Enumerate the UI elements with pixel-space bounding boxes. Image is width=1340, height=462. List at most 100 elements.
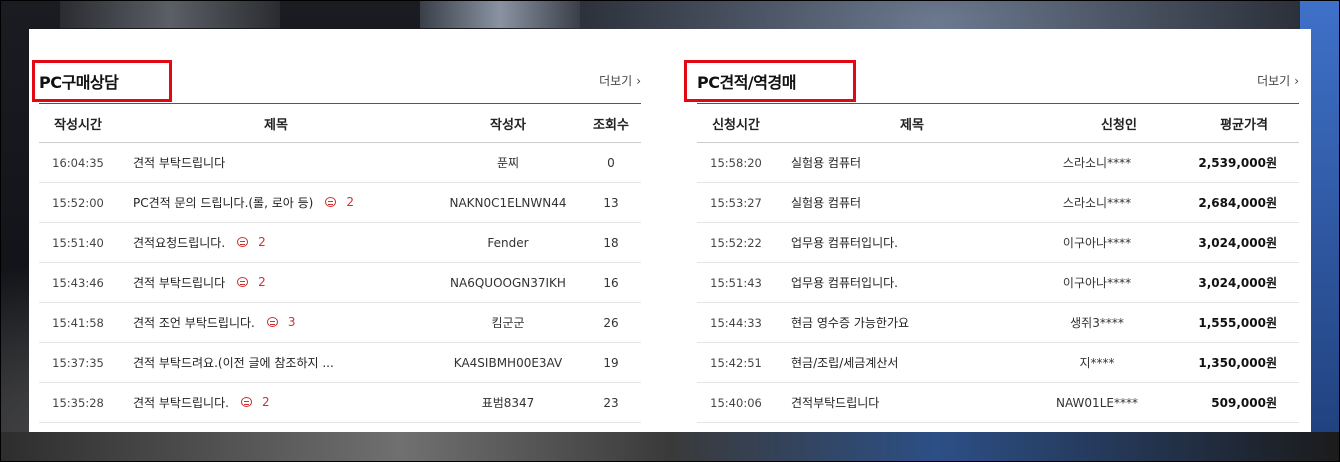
row-subject-link[interactable]: 현금/조립/세금계산서 <box>791 356 898 370</box>
col-header-time: 신청시간 <box>712 117 760 133</box>
row-views: 13 <box>603 195 619 210</box>
col-header-applicant: 신청인 <box>1101 117 1137 133</box>
row-subject-link[interactable]: 업무용 컴퓨터입니다. <box>791 276 898 290</box>
row-subject-cell: 견적부탁드립니다 <box>775 394 1027 411</box>
row-time: 15:52:00 <box>52 195 104 210</box>
table-row: 15:41:58 견적 조언 부탁드립니다. 3 킴군군 26 <box>39 303 641 343</box>
row-time: 15:58:20 <box>710 155 762 170</box>
row-subject-link[interactable]: 견적 부탁드립니다. <box>133 396 229 410</box>
row-views: 23 <box>603 395 619 410</box>
row-subject-link[interactable]: 견적 부탁드립니다 <box>133 156 225 170</box>
comment-count: 2 <box>325 195 354 209</box>
row-subject-cell: 견적요청드립니다. 2 <box>117 234 435 251</box>
pc-purchase-consult-panel: PC구매상담 더보기 › 작성시간 제목 작성자 조회수 16:04:35 견적 부… <box>32 29 641 423</box>
row-time: 15:51:43 <box>710 275 762 290</box>
col-header-time: 작성시간 <box>54 117 102 133</box>
row-author: Fender <box>487 235 529 250</box>
chevron-right-icon: › <box>1294 74 1299 88</box>
row-time: 15:53:27 <box>710 195 762 210</box>
table-row: 15:58:20 실험용 컴퓨터 스라소니**** 2,539,000원 <box>697 143 1299 183</box>
right-table-body: 15:58:20 실험용 컴퓨터 스라소니**** 2,539,000원 15:53:2… <box>697 143 1299 423</box>
table-row: 15:35:28 견적 부탁드립니다. 2 표범8347 23 <box>39 383 641 423</box>
comment-count-value: 3 <box>287 315 296 329</box>
comment-bubble-icon <box>237 237 249 247</box>
row-subject-link[interactable]: 견적 조언 부탁드립니다. <box>133 316 255 330</box>
comment-count: 3 <box>266 315 296 329</box>
row-subject-link[interactable]: PC견적 문의 드립니다.(롤, 로아 등) <box>133 196 313 210</box>
row-applicant: 지**** <box>1079 356 1115 370</box>
panel-header: PC구매상담 더보기 › <box>32 29 641 104</box>
row-subject-cell: 현금 영수증 가능한가요 <box>775 314 1027 331</box>
row-views: 0 <box>607 155 615 170</box>
row-time: 15:41:58 <box>52 315 104 330</box>
row-subject-cell: PC견적 문의 드립니다.(롤, 로아 등) 2 <box>117 194 435 211</box>
row-views: 16 <box>603 275 619 290</box>
row-time: 15:42:51 <box>710 355 762 370</box>
comment-bubble-icon <box>237 277 249 287</box>
row-author: KA4SIBMH00E3AV <box>453 355 563 370</box>
row-subject-link[interactable]: 견적부탁드립니다 <box>791 396 879 410</box>
row-subject-link[interactable]: 견적 부탁드려요.(이전 글에 참조하지 ... <box>133 356 334 370</box>
table-header: 작성시간 제목 작성자 조회수 <box>39 104 641 143</box>
left-table-body: 16:04:35 견적 부탁드립니다 푼찌 0 15:52:00 PC견적 문의 드립니다… <box>39 143 641 423</box>
row-views: 18 <box>603 235 619 250</box>
row-time: 15:43:46 <box>52 275 104 290</box>
row-subject-link[interactable]: 현금 영수증 가능한가요 <box>791 316 909 330</box>
col-header-subject: 제목 <box>264 117 288 133</box>
row-subject-cell: 견적 부탁드립니다. 2 <box>117 394 435 411</box>
row-author: NAKN0C1ELNWN44 <box>449 195 567 210</box>
row-author: NA6QUOOGN37IKH <box>450 275 566 290</box>
more-link[interactable]: 더보기 › <box>1257 72 1299 89</box>
row-subject-link[interactable]: 실험용 컴퓨터 <box>791 156 861 170</box>
row-price: 3,024,000원 <box>1198 276 1277 290</box>
row-subject-cell: 업무용 컴퓨터입니다. <box>775 274 1027 291</box>
row-time: 15:52:22 <box>710 235 762 250</box>
panel-title: PC견적/역경매 <box>697 73 796 92</box>
row-subject-cell: 현금/조립/세금계산서 <box>775 354 1027 371</box>
table-row: 15:42:51 현금/조립/세금계산서 지**** 1,350,000원 <box>697 343 1299 383</box>
col-header-avg-price: 평균가격 <box>1220 117 1268 133</box>
row-applicant: 스라소니**** <box>1062 156 1132 170</box>
pc-estimate-auction-panel: PC견적/역경매 더보기 › 신청시간 제목 신청인 평균가격 15:58:20 실… <box>684 29 1299 423</box>
table-row: 15:43:46 견적 부탁드립니다 2 NA6QUOOGN37IKH 16 <box>39 263 641 303</box>
row-price: 3,024,000원 <box>1198 236 1277 250</box>
row-time: 15:44:33 <box>710 315 762 330</box>
row-applicant: 스라소니**** <box>1062 196 1132 210</box>
table-row: 15:44:33 현금 영수증 가능한가요 생쥐3**** 1,555,000원 <box>697 303 1299 343</box>
row-subject-link[interactable]: 견적 부탁드립니다 <box>133 276 225 290</box>
comment-bubble-icon <box>325 197 337 207</box>
col-header-views: 조회수 <box>593 117 629 133</box>
row-author: 표범8347 <box>481 396 535 410</box>
comment-count: 2 <box>240 395 270 409</box>
comment-bubble-icon <box>266 317 278 327</box>
table-row: 15:53:27 실험용 컴퓨터 스라소니**** 2,684,000원 <box>697 183 1299 223</box>
row-subject-link[interactable]: 견적요청드립니다. <box>133 236 225 250</box>
row-time: 16:04:35 <box>52 155 104 170</box>
row-views: 26 <box>603 315 619 330</box>
row-subject-cell: 업무용 컴퓨터입니다. <box>775 234 1027 251</box>
more-link[interactable]: 더보기 › <box>599 72 641 89</box>
comment-count-value: 2 <box>346 195 354 209</box>
row-time: 15:37:35 <box>52 355 104 370</box>
comment-count-value: 2 <box>258 235 266 249</box>
row-subject-link[interactable]: 업무용 컴퓨터입니다. <box>791 236 898 250</box>
row-price: 509,000원 <box>1211 396 1277 410</box>
chevron-right-icon: › <box>636 74 641 88</box>
row-price: 1,350,000원 <box>1198 356 1277 370</box>
comment-count: 2 <box>237 275 266 289</box>
panel-header: PC견적/역경매 더보기 › <box>684 29 1299 104</box>
row-subject-cell: 견적 조언 부탁드립니다. 3 <box>117 314 435 331</box>
row-subject-link[interactable]: 실험용 컴퓨터 <box>791 196 861 210</box>
table-row: 15:37:35 견적 부탁드려요.(이전 글에 참조하지 ... KA4SIBMH… <box>39 343 641 383</box>
row-price: 2,684,000원 <box>1198 196 1277 210</box>
row-author: 킴군군 <box>491 316 525 330</box>
row-subject-cell: 실험용 컴퓨터 <box>775 194 1027 211</box>
table-row: 15:51:40 견적요청드립니다. 2 Fender 18 <box>39 223 641 263</box>
table-row: 15:52:00 PC견적 문의 드립니다.(롤, 로아 등) 2 NAKN0C1EL… <box>39 183 641 223</box>
row-subject-cell: 견적 부탁드립니다 2 <box>117 274 435 291</box>
row-applicant: 이구아나**** <box>1062 276 1132 290</box>
table-row: 15:52:22 업무용 컴퓨터입니다. 이구아나**** 3,024,000원 <box>697 223 1299 263</box>
content-card: PC구매상담 더보기 › 작성시간 제목 작성자 조회수 16:04:35 견적 부… <box>29 29 1311 432</box>
row-time: 15:40:06 <box>710 395 762 410</box>
comment-count-value: 2 <box>261 395 270 409</box>
